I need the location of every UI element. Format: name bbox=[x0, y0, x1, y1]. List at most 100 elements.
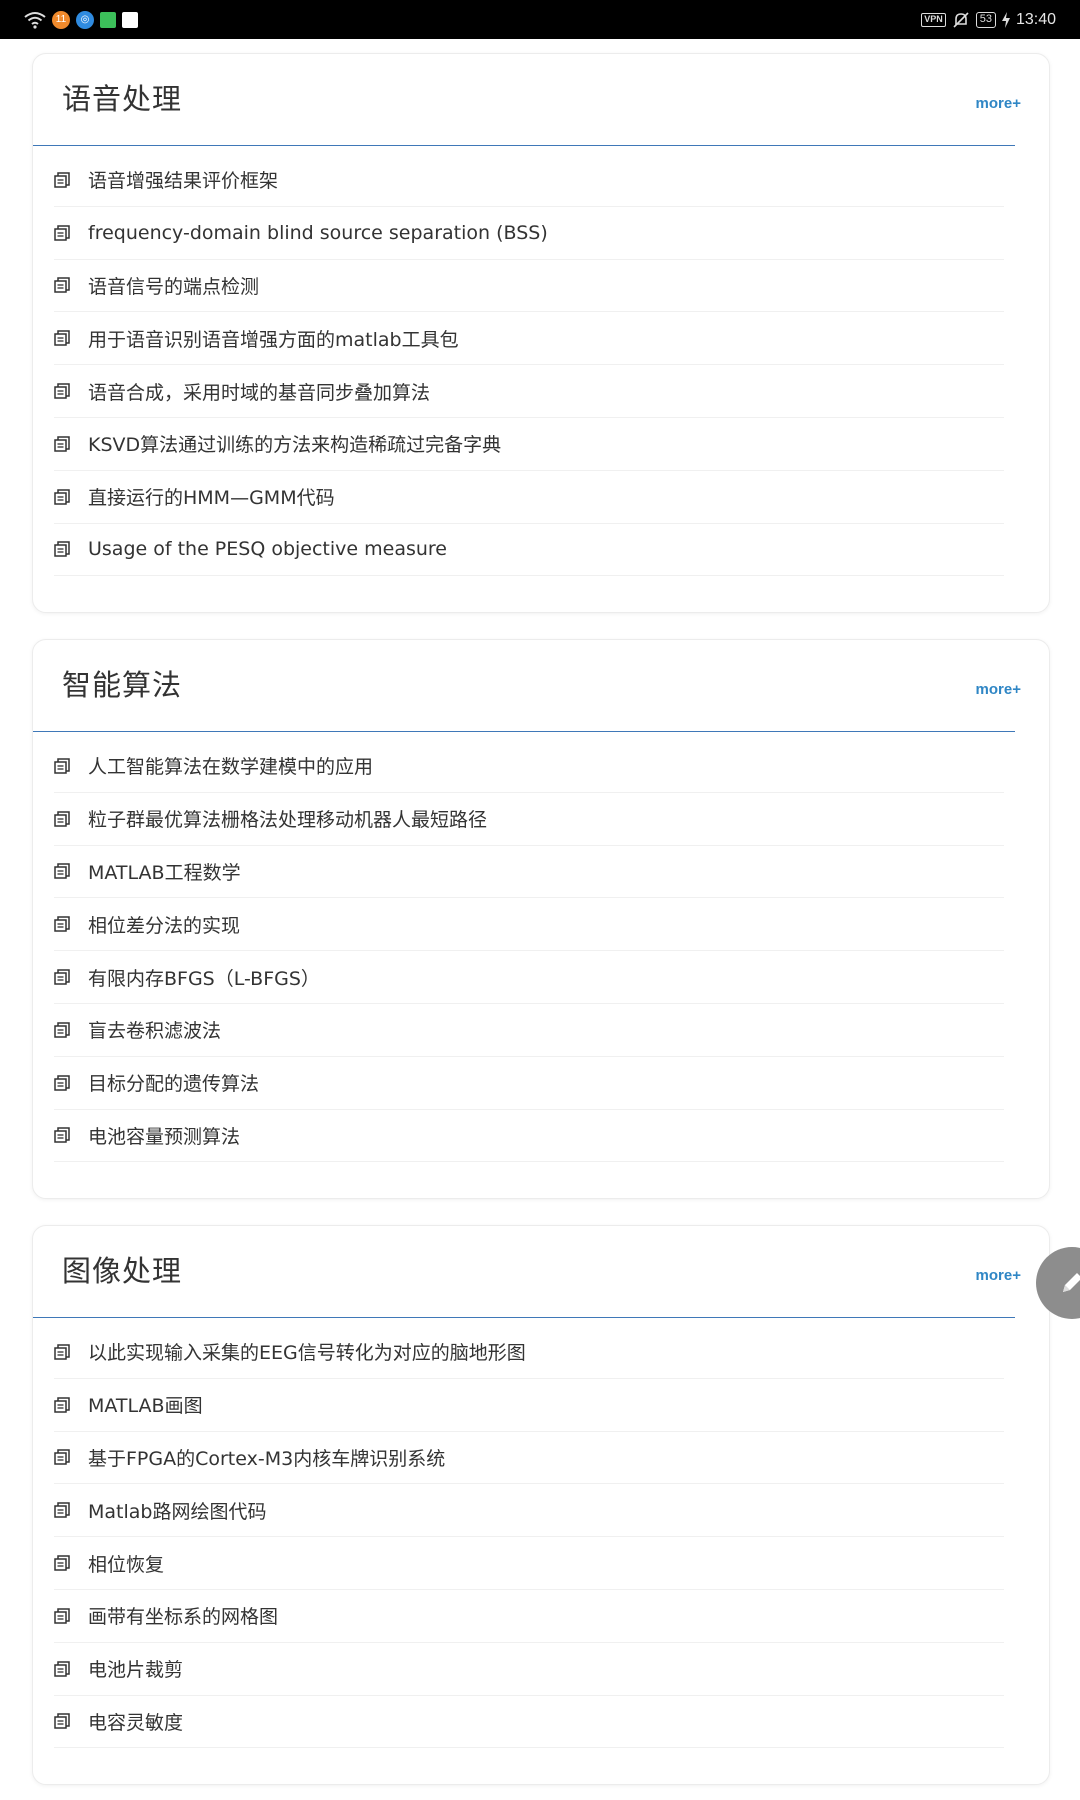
list-item[interactable]: 相位恢复 bbox=[54, 1537, 1004, 1590]
list-item[interactable]: 语音合成，采用时域的基音同步叠加算法 bbox=[54, 365, 1004, 418]
document-icon bbox=[54, 330, 70, 347]
document-icon bbox=[54, 277, 70, 294]
list-item[interactable]: 粒子群最优算法栅格法处理移动机器人最短路径 bbox=[54, 793, 1004, 846]
section-title: 语音处理 bbox=[62, 82, 183, 116]
document-icon bbox=[54, 1396, 70, 1413]
section-header: 智能算法 more+ bbox=[33, 640, 1021, 732]
list-item[interactable]: MATLAB工程数学 bbox=[54, 846, 1004, 899]
mute-bell-icon bbox=[952, 11, 970, 29]
list-item-title: MATLAB画图 bbox=[88, 1395, 203, 1418]
list-item-title: 盲去卷积滤波法 bbox=[88, 1020, 222, 1043]
document-icon bbox=[54, 916, 70, 933]
list-item[interactable]: 相位差分法的实现 bbox=[54, 898, 1004, 952]
notification-badge-icon: 11 bbox=[52, 10, 70, 29]
section-header: 图像处理 more+ bbox=[33, 1226, 1021, 1318]
list-item[interactable]: Matlab路网绘图代码 bbox=[54, 1484, 1004, 1538]
document-icon bbox=[54, 1713, 70, 1730]
document-icon bbox=[54, 863, 70, 880]
list-item[interactable]: Usage of the PESQ objective measure bbox=[54, 524, 1004, 577]
article-list: 语音增强结果评价框架 frequency-domain blind source… bbox=[33, 146, 1049, 577]
document-icon bbox=[54, 1502, 70, 1519]
list-item-title: 粒子群最优算法栅格法处理移动机器人最短路径 bbox=[88, 809, 488, 832]
list-item[interactable]: 电池容量预测算法 bbox=[54, 1110, 1004, 1163]
list-item-title: 画带有坐标系的网格图 bbox=[88, 1606, 279, 1629]
document-icon bbox=[54, 1555, 70, 1571]
article-list: 人工智能算法在数学建模中的应用 粒子群最优算法栅格法处理移动机器人最短路径 MA… bbox=[33, 732, 1049, 1163]
list-item-title: 以此实现输入采集的EEG信号转化为对应的脑地形图 bbox=[88, 1342, 526, 1365]
list-item-title: 语音增强结果评价框架 bbox=[88, 170, 279, 193]
list-item[interactable]: 画带有坐标系的网格图 bbox=[54, 1590, 1004, 1643]
list-item-title: 语音合成，采用时域的基音同步叠加算法 bbox=[88, 381, 431, 404]
list-item[interactable]: 电容灵敏度 bbox=[54, 1696, 1004, 1749]
app-icon bbox=[100, 11, 116, 28]
list-item[interactable]: 语音信号的端点检测 bbox=[54, 260, 1004, 313]
list-item-title: 相位恢复 bbox=[88, 1553, 165, 1576]
list-item[interactable]: 以此实现输入采集的EEG信号转化为对应的脑地形图 bbox=[54, 1326, 1004, 1379]
list-item[interactable]: frequency-domain blind source separation… bbox=[54, 207, 1004, 260]
document-icon bbox=[54, 1074, 70, 1091]
document-icon bbox=[54, 810, 70, 827]
more-link[interactable]: more+ bbox=[976, 95, 1021, 112]
document-icon bbox=[54, 172, 70, 188]
section-card-speech-processing: 语音处理 more+ 语音增强结果评价框架 frequency-domain b… bbox=[32, 53, 1050, 613]
section-card-image-processing: 图像处理 more+ 以此实现输入采集的EEG信号转化为对应的脑地形图 MATL… bbox=[32, 1225, 1050, 1785]
list-item-title: 电池容量预测算法 bbox=[88, 1125, 241, 1148]
document-icon bbox=[54, 541, 70, 558]
document-icon bbox=[54, 383, 70, 399]
list-item[interactable]: 语音增强结果评价框架 bbox=[54, 154, 1004, 207]
list-item[interactable]: 目标分配的遗传算法 bbox=[54, 1057, 1004, 1110]
status-bar-right: VPN 53 13:40 bbox=[921, 11, 1056, 29]
more-link[interactable]: more+ bbox=[976, 681, 1021, 698]
list-item-title: Matlab路网绘图代码 bbox=[88, 1500, 267, 1523]
pencil-icon bbox=[1057, 1268, 1080, 1298]
document-icon bbox=[54, 1660, 70, 1677]
list-item-title: 用于语音识别语音增强方面的matlab工具包 bbox=[88, 328, 459, 351]
list-item[interactable]: MATLAB画图 bbox=[54, 1379, 1004, 1432]
list-item[interactable]: 人工智能算法在数学建模中的应用 bbox=[54, 740, 1004, 793]
list-item-title: Usage of the PESQ objective measure bbox=[88, 538, 447, 561]
list-item[interactable]: 盲去卷积滤波法 bbox=[54, 1004, 1004, 1057]
list-item-title: 人工智能算法在数学建模中的应用 bbox=[88, 756, 374, 779]
document-icon bbox=[54, 758, 70, 774]
list-item-title: 电容灵敏度 bbox=[88, 1711, 184, 1734]
list-item-title: KSVD算法通过训练的方法来构造稀疏过完备字典 bbox=[88, 434, 502, 457]
browser-icon: ◎ bbox=[76, 10, 94, 29]
more-link[interactable]: more+ bbox=[976, 1267, 1021, 1284]
document-icon bbox=[54, 224, 70, 241]
list-item[interactable]: 有限内存BFGS（L-BFGS） bbox=[54, 951, 1004, 1004]
clock-time: 13:40 bbox=[1015, 10, 1056, 28]
list-item[interactable]: 用于语音识别语音增强方面的matlab工具包 bbox=[54, 312, 1004, 366]
list-item[interactable]: 基于FPGA的Cortex-M3内核车牌识别系统 bbox=[54, 1432, 1004, 1485]
document-icon bbox=[54, 1608, 70, 1624]
list-item-title: 语音信号的端点检测 bbox=[88, 275, 260, 298]
app-icon-2 bbox=[122, 11, 138, 28]
list-item-title: 相位差分法的实现 bbox=[88, 914, 241, 937]
list-item[interactable]: KSVD算法通过训练的方法来构造稀疏过完备字典 bbox=[54, 418, 1004, 471]
vpn-icon: VPN bbox=[921, 12, 946, 27]
list-item-title: frequency-domain blind source separation… bbox=[88, 221, 548, 244]
list-item-title: 基于FPGA的Cortex-M3内核车牌识别系统 bbox=[88, 1447, 446, 1470]
wifi-icon bbox=[24, 11, 46, 29]
section-title: 图像处理 bbox=[62, 1254, 183, 1288]
list-item-title: 直接运行的HMM—GMM代码 bbox=[88, 487, 335, 510]
document-icon bbox=[54, 1449, 70, 1466]
document-icon bbox=[54, 1022, 70, 1038]
list-item-title: 电池片裁剪 bbox=[88, 1659, 184, 1682]
section-title: 智能算法 bbox=[62, 668, 183, 702]
charging-icon bbox=[1001, 11, 1010, 29]
list-item[interactable]: 直接运行的HMM—GMM代码 bbox=[54, 471, 1004, 524]
document-icon bbox=[54, 488, 70, 505]
section-header: 语音处理 more+ bbox=[33, 54, 1021, 146]
battery-icon: 53 bbox=[975, 11, 996, 28]
article-list: 以此实现输入采集的EEG信号转化为对应的脑地形图 MATLAB画图 基于FPGA… bbox=[33, 1318, 1049, 1749]
document-icon bbox=[54, 969, 70, 985]
list-item-title: MATLAB工程数学 bbox=[88, 861, 241, 884]
document-icon bbox=[54, 436, 70, 452]
status-bar: 11 ◎ VPN 53 13:40 bbox=[0, 0, 1080, 39]
list-item[interactable]: 电池片裁剪 bbox=[54, 1643, 1004, 1696]
status-bar-left: 11 ◎ bbox=[24, 10, 138, 29]
list-item-title: 目标分配的遗传算法 bbox=[88, 1073, 260, 1096]
list-item-title: 有限内存BFGS（L-BFGS） bbox=[88, 967, 320, 990]
document-icon bbox=[54, 1127, 70, 1144]
document-icon bbox=[54, 1344, 70, 1360]
